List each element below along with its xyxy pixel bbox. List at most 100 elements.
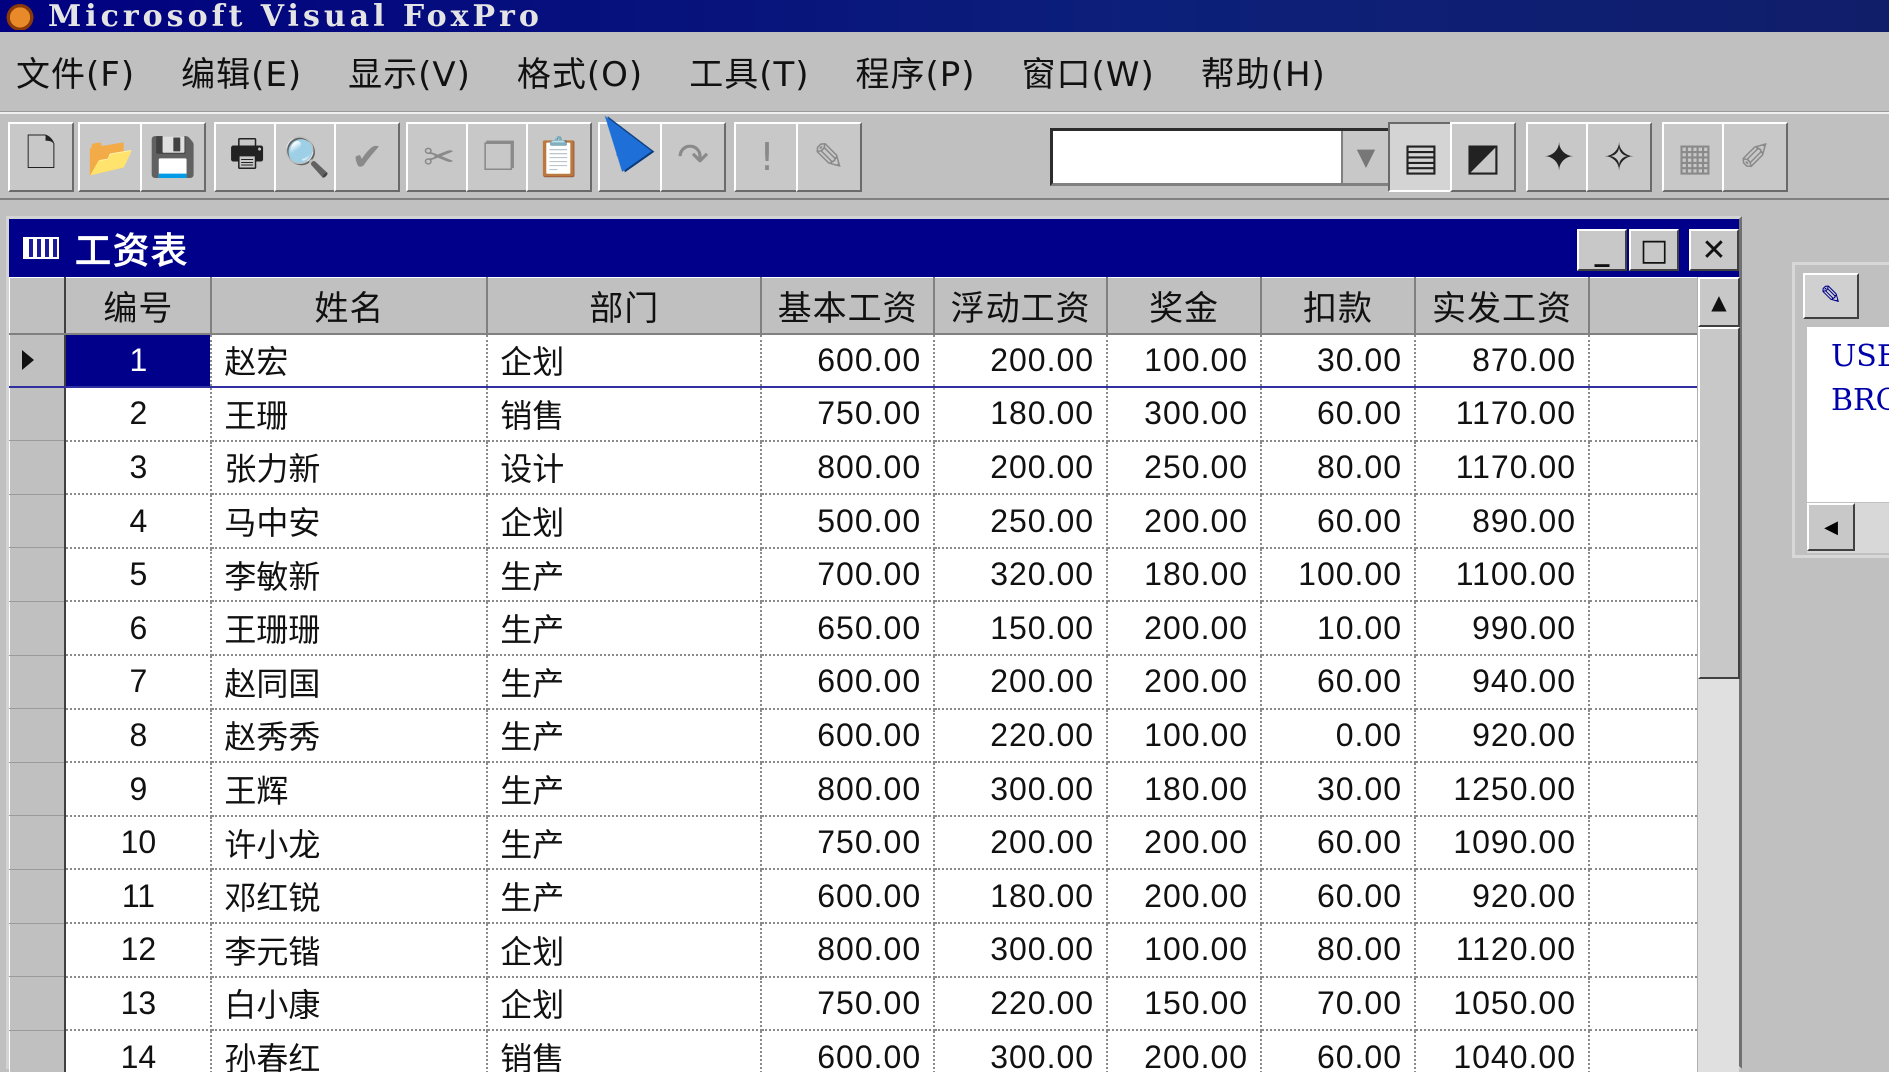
table-cell[interactable]: 200.00	[1107, 655, 1263, 710]
table-cell[interactable]: 1100.00	[1415, 547, 1590, 603]
table-cell[interactable]: 60.00	[1261, 869, 1417, 925]
table-cell[interactable]: 750.00	[761, 976, 936, 1032]
table-row[interactable]: 9 王辉 生产 800.00 300.00 180.00 30.00 1250.00	[9, 762, 1697, 817]
horizontal-scrollbar[interactable]: ◀	[1807, 503, 1889, 553]
table-cell[interactable]: 孙春红	[211, 1030, 489, 1072]
scroll-left-arrow-icon[interactable]: ◀	[1807, 503, 1855, 551]
table-cell[interactable]: 100.00	[1107, 923, 1263, 978]
table-cell[interactable]: 赵秀秀	[211, 708, 489, 764]
table-row[interactable]: 1 赵宏 企划 600.00 200.00 100.00 30.00 870.00	[9, 333, 1697, 389]
table-row[interactable]: 5 李敏新 生产 700.00 320.00 180.00 100.00 1100.00	[9, 547, 1697, 603]
row-selector[interactable]	[9, 655, 67, 710]
table-cell[interactable]: 设计	[487, 440, 763, 496]
column-header[interactable]: 实发工资	[1414, 277, 1590, 335]
table-cell[interactable]: 70.00	[1261, 976, 1417, 1032]
table-cell[interactable]: 生产	[487, 655, 763, 710]
row-selector[interactable]	[9, 815, 67, 870]
table-cell[interactable]: 200.00	[934, 815, 1109, 871]
scroll-up-arrow-icon[interactable]: ▲	[1698, 277, 1740, 327]
table-row[interactable]: 8 赵秀秀 生产 600.00 220.00 100.00 0.00 920.00	[9, 708, 1697, 764]
row-selector[interactable]	[9, 333, 67, 389]
table-cell[interactable]: 生产	[487, 601, 763, 657]
row-selector[interactable]	[9, 440, 67, 495]
table-cell[interactable]: 600.00	[761, 869, 936, 925]
table-cell[interactable]: 生产	[487, 869, 763, 925]
table-cell[interactable]: 180.00	[1107, 547, 1263, 603]
chevron-down-icon[interactable]: ▼	[1341, 131, 1389, 183]
column-header[interactable]: 姓名	[210, 277, 489, 335]
table-cell[interactable]: 890.00	[1415, 494, 1590, 549]
table-cell[interactable]: 11	[65, 869, 213, 925]
table-cell[interactable]: 60.00	[1261, 815, 1417, 871]
table-cell[interactable]: 200.00	[1107, 494, 1263, 549]
table-cell[interactable]: 10.00	[1261, 601, 1417, 657]
table-cell[interactable]: 100.00	[1261, 547, 1417, 603]
row-selector[interactable]	[9, 976, 67, 1031]
row-selector[interactable]	[9, 923, 67, 978]
close-button[interactable]: ✕	[1689, 229, 1739, 271]
table-row[interactable]: 10 许小龙 生产 750.00 200.00 200.00 60.00 1090.00	[9, 815, 1697, 871]
browse-title-bar[interactable]: 工资表 _ □ ✕	[9, 219, 1739, 277]
modify-form-button[interactable]: ✎	[796, 122, 862, 192]
table-row[interactable]: 12 李元锴 企划 800.00 300.00 100.00 80.00 1120.00	[9, 923, 1697, 978]
row-selector[interactable]	[9, 494, 67, 549]
table-cell[interactable]: 1050.00	[1415, 976, 1590, 1032]
table-row[interactable]: 11 邓红锐 生产 600.00 180.00 200.00 60.00 920.00	[9, 869, 1697, 925]
table-cell[interactable]: 1120.00	[1415, 923, 1590, 978]
browse-grid[interactable]: 编号 姓名 部门 基本工资 浮动工资 奖金 扣款 实发工资 1 赵宏 企划 600.00 200.00…	[9, 277, 1697, 1072]
table-cell[interactable]: 500.00	[761, 494, 936, 549]
row-selector[interactable]	[9, 601, 67, 656]
table-cell[interactable]: 企划	[487, 923, 763, 978]
table-cell[interactable]: 80.00	[1261, 440, 1417, 496]
table-cell[interactable]: 600.00	[761, 1030, 936, 1072]
menu-item-file[interactable]: 文件(F)	[12, 43, 139, 100]
menu-item-window[interactable]: 窗口(W)	[1018, 43, 1159, 100]
table-cell[interactable]: 150.00	[1107, 976, 1263, 1032]
cut-button[interactable]: ✂	[406, 122, 472, 192]
copy-button[interactable]: ❐	[466, 122, 532, 192]
table-cell[interactable]: 企划	[487, 976, 763, 1032]
open-button[interactable]: 📂	[78, 122, 144, 192]
table-cell[interactable]: 马中安	[211, 494, 489, 549]
command-text[interactable]: USE BROW	[1807, 327, 1889, 502]
table-cell[interactable]: 300.00	[934, 1030, 1109, 1072]
row-selector[interactable]	[9, 762, 67, 817]
menu-item-help[interactable]: 帮助(H)	[1197, 43, 1330, 100]
table-cell[interactable]: 李元锴	[211, 923, 489, 978]
table-cell[interactable]: 800.00	[761, 762, 936, 817]
table-cell[interactable]: 80.00	[1261, 923, 1417, 978]
table-cell[interactable]: 200.00	[934, 333, 1109, 389]
table-cell[interactable]: 990.00	[1415, 601, 1590, 657]
table-cell[interactable]: 60.00	[1261, 655, 1417, 710]
table-cell[interactable]: 8	[65, 708, 213, 764]
new-button[interactable]: 🗋	[8, 122, 74, 192]
autoform-button[interactable]: ▦	[1662, 122, 1728, 192]
table-cell[interactable]: 张力新	[211, 440, 489, 496]
table-cell[interactable]: 9	[65, 762, 213, 817]
menu-item-program[interactable]: 程序(P)	[852, 43, 980, 100]
table-cell[interactable]: 200.00	[934, 655, 1109, 710]
table-cell[interactable]: 1250.00	[1415, 762, 1590, 817]
row-selector[interactable]	[9, 387, 67, 442]
table-cell[interactable]: 320.00	[934, 547, 1109, 603]
table-cell[interactable]: 600.00	[761, 708, 936, 764]
table-cell[interactable]: 0.00	[1261, 708, 1417, 764]
database-combo[interactable]: ▼	[1050, 128, 1392, 186]
form-wizard-button[interactable]: ✦	[1526, 122, 1592, 192]
spell-check-button[interactable]: ✔	[334, 122, 400, 192]
scroll-thumb[interactable]	[1698, 327, 1740, 679]
table-cell[interactable]: 300.00	[934, 762, 1109, 817]
table-cell[interactable]: 30.00	[1261, 762, 1417, 817]
table-cell[interactable]: 1040.00	[1415, 1030, 1590, 1072]
table-cell[interactable]: 12	[65, 923, 213, 978]
table-cell[interactable]: 180.00	[1107, 762, 1263, 817]
report-wizard-button[interactable]: ✧	[1586, 122, 1652, 192]
column-header[interactable]: 部门	[486, 277, 763, 335]
table-cell[interactable]: 220.00	[934, 976, 1109, 1032]
row-selector[interactable]	[9, 869, 67, 924]
table-cell[interactable]: 生产	[487, 708, 763, 764]
column-header[interactable]: 基本工资	[760, 277, 936, 335]
table-cell[interactable]: 王珊珊	[211, 601, 489, 657]
table-cell[interactable]: 60.00	[1261, 1030, 1417, 1072]
table-cell[interactable]: 4	[65, 494, 213, 549]
